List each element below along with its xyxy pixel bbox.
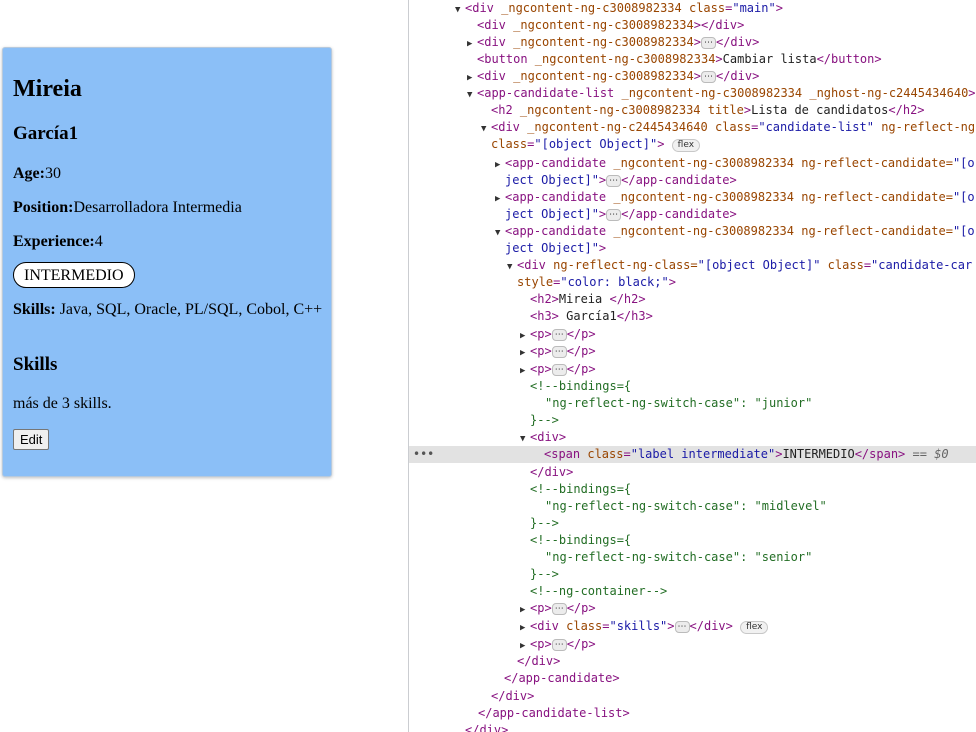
dom-node-style-attr[interactable]: style="color: black;"> xyxy=(409,274,976,291)
skills-row: Skills: Java, SQL, Oracle, PL/SQL, Cobol… xyxy=(13,301,322,319)
dom-node-p-1[interactable]: ▶ <p> ⋯ </p> xyxy=(409,326,976,343)
ellipsis-icon[interactable]: ⋯ xyxy=(551,603,567,615)
dom-node-skills-div[interactable]: ▶ <div class="skills"> ⋯ </div> flex xyxy=(409,618,976,635)
ellipsis-icon[interactable]: ⋯ xyxy=(551,346,567,358)
dom-node-app-candidate-close[interactable]: </app-candidate> xyxy=(409,670,976,687)
expand-triangle-icon[interactable]: ▶ xyxy=(520,602,530,619)
flex-badge[interactable]: flex xyxy=(671,139,701,152)
dom-node-candidate-list[interactable]: ▼ <app-candidate-list _ngcontent-ng-c3008… xyxy=(409,85,976,102)
edit-button[interactable]: Edit xyxy=(13,429,50,450)
candidate-card: Mireia García1 Age:30 Position:Desarroll… xyxy=(2,47,332,477)
skills-summary: más de 3 skills. xyxy=(13,395,112,412)
ellipsis-icon[interactable]: ⋯ xyxy=(700,37,716,49)
ellipsis-icon[interactable]: ⋯ xyxy=(606,175,622,187)
dom-comment-ng-container[interactable]: <!--ng-container--> xyxy=(409,583,976,600)
dom-node-app-candidate-1[interactable]: ▶ <app-candidate _ngcontent-ng-c300898233… xyxy=(409,155,976,172)
dom-node-card-div-close[interactable]: </div> xyxy=(409,653,976,670)
dom-node-div-collapsed[interactable]: ▶ <div _ngcontent-ng-c3008982334> ⋯ </div> xyxy=(409,34,976,51)
dom-node-div-close[interactable]: </div> xyxy=(409,464,976,481)
dom-node-app-candidate-2-cont[interactable]: ject Object]"> ⋯ </app-candidate> xyxy=(409,206,976,223)
ellipsis-icon[interactable]: ⋯ xyxy=(551,329,567,341)
dom-node-div-switch[interactable]: ▼ <div> xyxy=(409,429,976,446)
dom-node-p-4[interactable]: ▶ <p> ⋯ </p> xyxy=(409,600,976,617)
more-actions-icon[interactable]: ••• xyxy=(413,446,434,463)
experience-row: Experience:4 xyxy=(13,233,103,251)
dom-node-main-div-close[interactable]: </div> xyxy=(409,722,976,732)
skills-label: Skills: xyxy=(13,301,56,318)
level-badge: INTERMEDIO xyxy=(13,262,135,288)
rendered-page: Mireia García1 Age:30 Position:Desarroll… xyxy=(0,0,408,732)
dom-comment-bindings-junior[interactable]: <!--bindings={ xyxy=(409,378,976,395)
age-value: 30 xyxy=(44,165,61,182)
ellipsis-icon[interactable]: ⋯ xyxy=(551,639,567,651)
dom-comment-junior-case[interactable]: "ng-reflect-ng-switch-case": "junior" xyxy=(409,395,976,412)
dom-node-p-2[interactable]: ▶ <p> ⋯ </p> xyxy=(409,343,976,360)
ellipsis-icon[interactable]: ⋯ xyxy=(674,621,690,633)
dom-node-candidate-card-div[interactable]: ▼ <div ng-reflect-ng-class="[object Objec… xyxy=(409,257,976,274)
dom-node-div-empty[interactable]: <div _ngcontent-ng-c3008982334></div> xyxy=(409,17,976,34)
position-row: Position:Desarrolladora Intermedia xyxy=(13,199,242,217)
ellipsis-icon[interactable]: ⋯ xyxy=(700,71,716,83)
dom-comment-close-3[interactable]: }--> xyxy=(409,566,976,583)
ellipsis-icon[interactable]: ⋯ xyxy=(551,364,567,376)
position-value: Desarrolladora Intermedia xyxy=(73,199,242,216)
dom-node-main-div[interactable]: ▼ <div _ngcontent-ng-c3008982334 class="m… xyxy=(409,0,976,17)
dom-comment-bindings-senior[interactable]: <!--bindings={ xyxy=(409,532,976,549)
flex-badge[interactable]: flex xyxy=(740,621,769,634)
dom-node-app-candidate-2[interactable]: ▶ <app-candidate _ngcontent-ng-c300898233… xyxy=(409,189,976,206)
dom-node-app-candidate-3[interactable]: ▼ <app-candidate _ngcontent-ng-c300898233… xyxy=(409,223,976,240)
experience-label: Experience: xyxy=(13,233,95,250)
candidate-last-name: García1 xyxy=(13,123,79,144)
ellipsis-icon[interactable]: ⋯ xyxy=(606,209,622,221)
dom-node-class-continuation[interactable]: class="[object Object]"> flex xyxy=(409,136,976,153)
skills-heading: Skills xyxy=(13,354,58,375)
dom-node-button[interactable]: <button _ngcontent-ng-c3008982334>Cambia… xyxy=(409,51,976,68)
dom-node-app-candidate-3-cont[interactable]: ject Object]"> xyxy=(409,240,976,257)
skills-value: Java, SQL, Oracle, PL/SQL, Cobol, C++ xyxy=(55,301,323,318)
candidate-first-name: Mireia xyxy=(13,76,82,102)
dom-comment-midlevel-case[interactable]: "ng-reflect-ng-switch-case": "midlevel" xyxy=(409,498,976,515)
devtools-elements-panel[interactable]: ▼ <div _ngcontent-ng-c3008982334 class="m… xyxy=(408,0,976,732)
dom-node-h2-title[interactable]: <h2 _ngcontent-ng-c3008982334 title>List… xyxy=(409,102,976,119)
age-label: Age: xyxy=(13,165,45,182)
age-row: Age:30 xyxy=(13,165,61,183)
dom-comment-close-1[interactable]: }--> xyxy=(409,412,976,429)
expand-triangle-icon[interactable]: ▶ xyxy=(520,345,530,362)
dom-node-p-5[interactable]: ▶ <p> ⋯ </p> xyxy=(409,636,976,653)
dom-comment-close-2[interactable]: }--> xyxy=(409,515,976,532)
dom-node-span-selected[interactable]: ••• <span class="label intermediate">INTE… xyxy=(409,446,976,463)
dom-node-candidate-list-div[interactable]: ▼ <div _ngcontent-ng-c2445434640 class="c… xyxy=(409,119,976,136)
dom-node-list-div-close[interactable]: </div> xyxy=(409,688,976,705)
experience-value: 4 xyxy=(94,233,103,250)
dom-node-candidate-list-close[interactable]: </app-candidate-list> xyxy=(409,705,976,722)
dom-node-app-candidate-1-cont[interactable]: ject Object]"> ⋯ </app-candidate> xyxy=(409,172,976,189)
dom-node-h2-name[interactable]: <h2>Mireia </h2> xyxy=(409,291,976,308)
dom-comment-bindings-midlevel[interactable]: <!--bindings={ xyxy=(409,481,976,498)
position-label: Position: xyxy=(13,199,74,216)
dom-node-h3-name[interactable]: <h3> García1</h3> xyxy=(409,308,976,325)
dom-node-div-collapsed-2[interactable]: ▶ <div _ngcontent-ng-c3008982334> ⋯ </div> xyxy=(409,68,976,85)
expand-triangle-icon[interactable]: ▶ xyxy=(520,620,530,637)
dom-node-p-3[interactable]: ▶ <p> ⋯ </p> xyxy=(409,361,976,378)
dom-comment-senior-case[interactable]: "ng-reflect-ng-switch-case": "senior" xyxy=(409,549,976,566)
